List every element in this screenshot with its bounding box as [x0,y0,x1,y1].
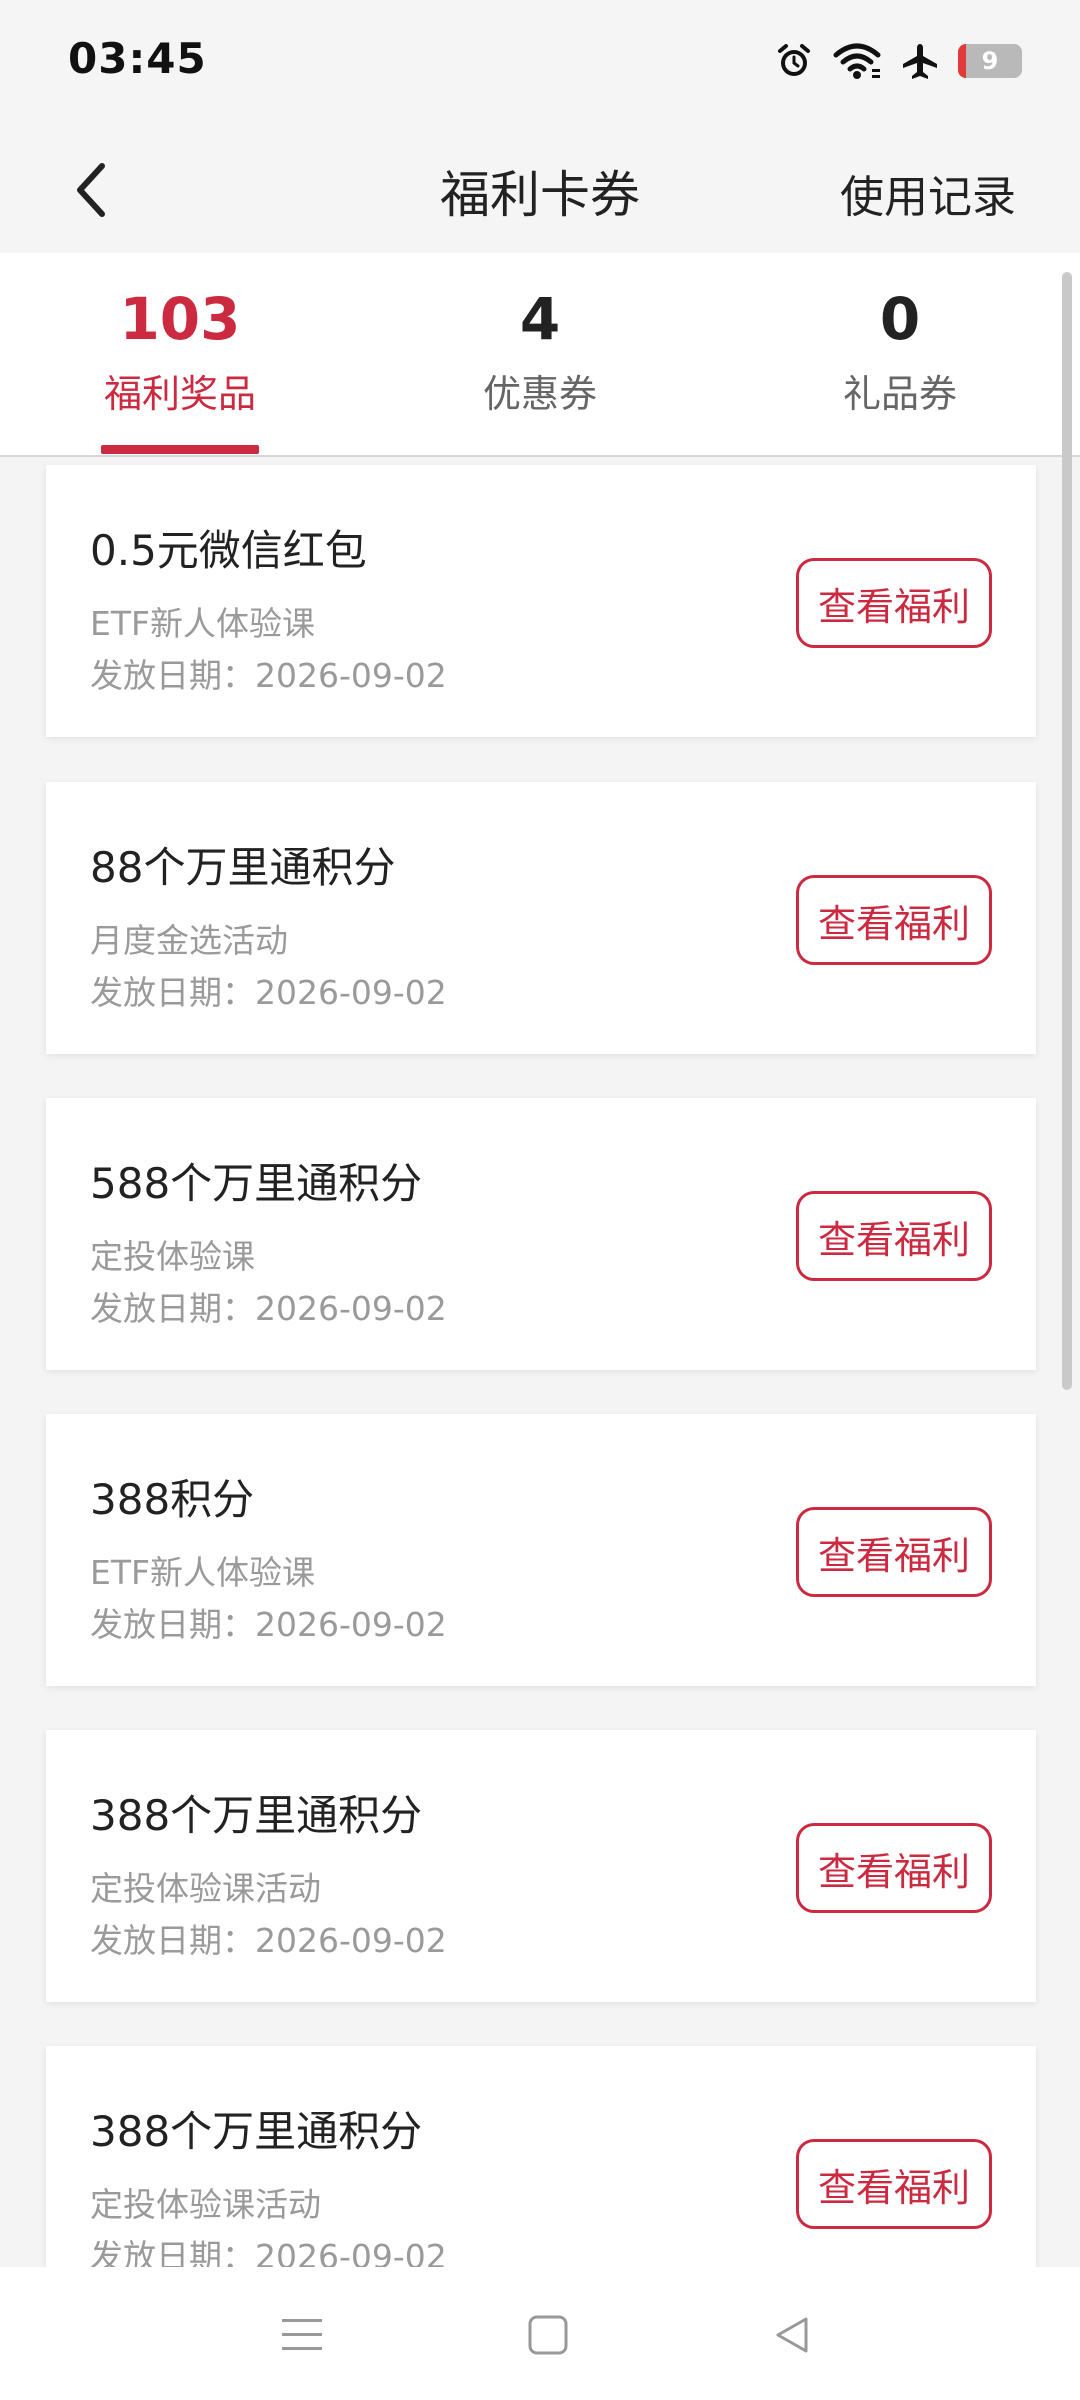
view-benefit-button[interactable]: 查看福利 [796,875,992,965]
system-nav [0,2267,1080,2400]
wifi-icon [832,41,882,81]
menu-icon[interactable] [272,2305,332,2365]
tab-count: 0 [879,285,921,353]
card-date: 发放日期：2026-09-02 [90,1921,447,1960]
back-triangle-icon[interactable] [762,2305,822,2365]
tab-bar: 103 福利奖品 4 优惠券 0 礼品券 [0,253,1080,457]
tab-coupons[interactable]: 4 优惠券 [360,253,720,455]
nav-header: 福利卡券 使用记录 [0,125,1080,253]
benefit-card: 588个万里通积分 定投体验课 发放日期：2026-09-02 查看福利 [46,1098,1036,1370]
card-subtitle: 定投体验课活动 [90,2185,321,2224]
tab-indicator [101,445,259,454]
card-subtitle: 定投体验课 [90,1237,255,1276]
card-date: 发放日期：2026-09-02 [90,973,447,1012]
benefit-card: 388个万里通积分 定投体验课活动 发放日期：2026-09-02 查看福利 [46,2046,1036,2267]
card-title: 388积分 [90,1475,255,1524]
tab-label: 优惠券 [482,372,597,416]
battery-icon: 9 [958,44,1022,78]
alarm-icon [774,41,814,81]
card-list[interactable]: 0.5元微信红包 ETF新人体验课 发放日期：2026-09-02 查看福利 8… [0,457,1080,2267]
battery-level: 9 [981,47,999,75]
tab-label: 福利奖品 [103,372,256,416]
card-title: 388个万里通积分 [90,1791,423,1840]
card-title: 0.5元微信红包 [90,526,367,575]
card-title: 588个万里通积分 [90,1159,423,1208]
status-time: 03:45 [68,34,207,83]
card-title: 88个万里通积分 [90,843,396,892]
card-date: 发放日期：2026-09-02 [90,2237,447,2267]
view-benefit-button[interactable]: 查看福利 [796,1507,992,1597]
status-icons: 9 [774,36,1022,86]
view-benefit-button[interactable]: 查看福利 [796,2139,992,2229]
view-benefit-button[interactable]: 查看福利 [796,558,992,648]
card-subtitle: ETF新人体验课 [90,1553,315,1592]
home-square-icon[interactable] [518,2305,578,2365]
card-title: 388个万里通积分 [90,2107,423,2156]
tab-welfare-prizes[interactable]: 103 福利奖品 [0,253,360,455]
tab-count: 4 [519,285,561,353]
card-date: 发放日期：2026-09-02 [90,1605,447,1644]
view-benefit-button[interactable]: 查看福利 [796,1191,992,1281]
view-benefit-button[interactable]: 查看福利 [796,1823,992,1913]
card-subtitle: 定投体验课活动 [90,1869,321,1908]
card-date: 发放日期：2026-09-02 [90,656,447,695]
benefit-card: 388积分 ETF新人体验课 发放日期：2026-09-02 查看福利 [46,1414,1036,1686]
benefit-card: 0.5元微信红包 ETF新人体验课 发放日期：2026-09-02 查看福利 [46,465,1036,737]
scrollbar[interactable] [1062,272,1072,1390]
battery-fill [958,44,966,78]
benefit-card: 88个万里通积分 月度金选活动 发放日期：2026-09-02 查看福利 [46,782,1036,1054]
card-subtitle: 月度金选活动 [90,921,288,960]
card-subtitle: ETF新人体验课 [90,604,315,643]
tab-label: 礼品券 [842,372,957,416]
usage-record-link[interactable]: 使用记录 [840,161,1016,225]
tab-gift-vouchers[interactable]: 0 礼品券 [720,253,1080,455]
tab-count: 103 [119,285,241,353]
airplane-icon [900,41,940,81]
status-bar: 03:45 9 [0,0,1080,125]
benefit-card: 388个万里通积分 定投体验课活动 发放日期：2026-09-02 查看福利 [46,1730,1036,2002]
card-date: 发放日期：2026-09-02 [90,1289,447,1328]
